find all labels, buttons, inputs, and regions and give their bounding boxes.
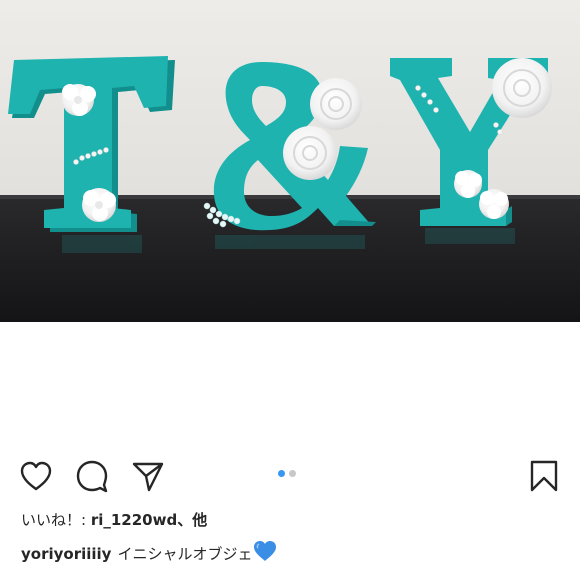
bookmark-outline-icon — [529, 459, 559, 493]
paper-plane-icon — [131, 459, 165, 493]
like-button[interactable] — [18, 458, 54, 494]
liked-by-username[interactable]: ri_1220wd — [91, 511, 177, 529]
likes-prefix: いいね！: — [21, 511, 91, 529]
caption-text: イニシャルオブジェ — [117, 545, 253, 563]
comment-bubble-icon — [75, 459, 109, 493]
likes-line: いいね！: ri_1220wd、他 — [21, 509, 207, 531]
post-photo[interactable] — [0, 0, 580, 322]
heart-outline-icon — [19, 460, 53, 492]
blue-heart-icon — [253, 540, 277, 568]
post-image — [0, 0, 580, 322]
share-button[interactable] — [130, 458, 166, 494]
carousel-indicator — [278, 470, 296, 477]
caption-username[interactable]: yoriyoriiiiy — [21, 545, 111, 563]
carousel-dot-active[interactable] — [278, 470, 285, 477]
likes-suffix[interactable]: 、他 — [177, 511, 207, 529]
comment-button[interactable] — [74, 458, 110, 494]
carousel-dot[interactable] — [289, 470, 296, 477]
post-caption: yoriyoriiiiy イニシャルオブジェ — [21, 540, 277, 568]
save-button[interactable] — [526, 458, 562, 494]
